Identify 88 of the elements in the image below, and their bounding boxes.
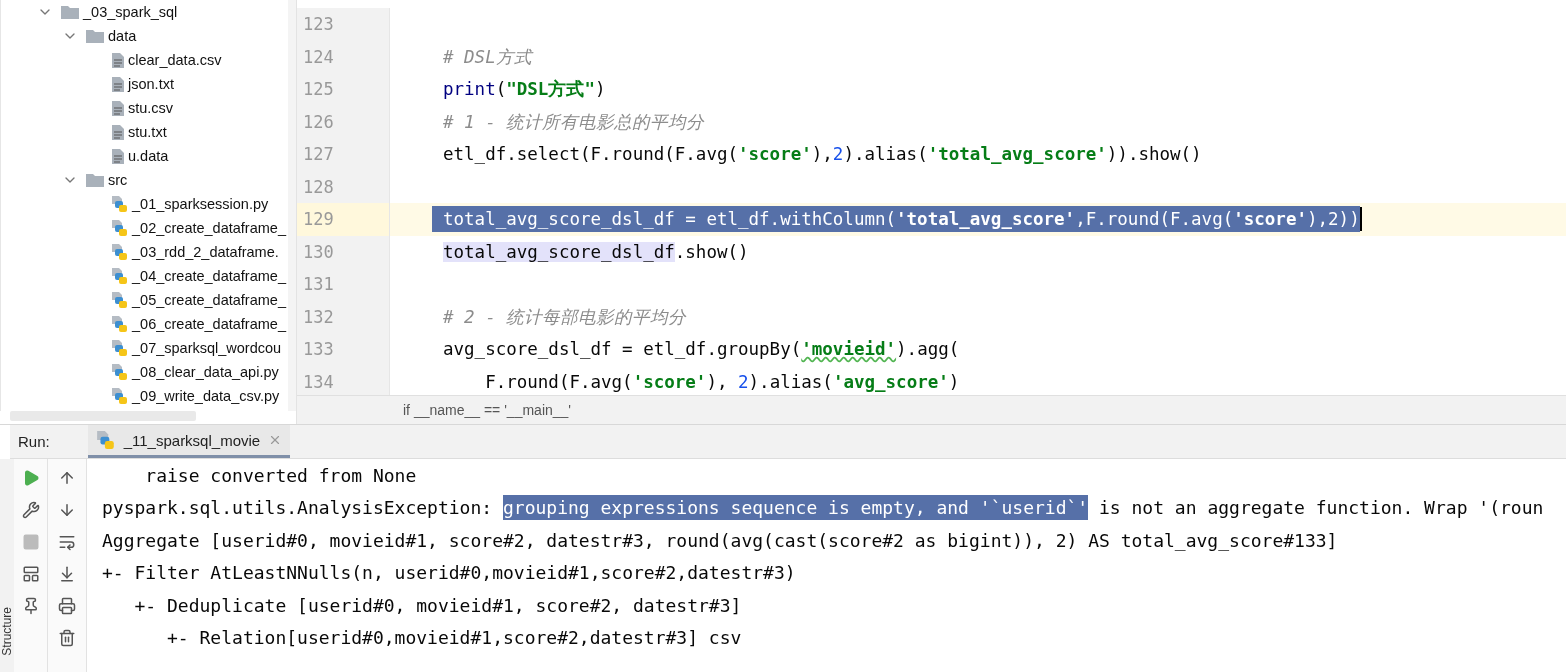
console-text: is not an aggregate function. Wrap '(roun xyxy=(1098,496,1544,521)
code-text: # DSL方式 xyxy=(443,45,532,69)
line-number: 133 xyxy=(302,339,334,360)
line-number: 124 xyxy=(302,46,334,67)
tree-item[interactable]: _03_rdd_2_dataframe. xyxy=(11,240,288,264)
highlighted-identifier: total_avg_score_dsl_df xyxy=(443,241,675,262)
tree-item[interactable]: _09_write_data_csv.py xyxy=(11,384,288,408)
selected-output-text: grouping expressions sequence is empty, and '`userid`' xyxy=(502,495,1089,521)
code-text: # 1 - 统计所有电影总的平均分 xyxy=(443,110,705,134)
code-text: ).alias( xyxy=(843,144,928,165)
folder-icon xyxy=(85,28,105,44)
code-text: ), xyxy=(706,371,729,392)
code-text: "DSL方式" xyxy=(506,78,595,102)
tree-item[interactable]: stu.csv xyxy=(11,96,288,120)
text-file-icon xyxy=(111,99,125,117)
line-number: 132 xyxy=(302,306,334,327)
code-text: 'avg_score' xyxy=(832,371,949,392)
python-file-icon xyxy=(111,219,129,237)
text-file-icon xyxy=(111,51,125,69)
code-text: ) xyxy=(594,79,606,100)
code-text: ).alias( xyxy=(748,371,833,392)
python-file-icon xyxy=(111,195,129,213)
tree-item[interactable]: u.data xyxy=(11,144,288,168)
text-file-icon xyxy=(111,123,125,141)
code-text: etl_df.select(F.round(F.avg( xyxy=(443,144,738,165)
console-text: +- Deduplicate [userid#0, movieid#1, score#2, datestr#3] xyxy=(133,593,742,618)
python-file-icon xyxy=(111,387,129,405)
tree-item[interactable]: _01_sparksession.py xyxy=(11,192,288,216)
code-text: .show() xyxy=(674,241,749,262)
line-number: 127 xyxy=(302,144,334,165)
code-text: ( xyxy=(495,79,507,100)
line-number: 123 xyxy=(302,14,334,35)
code-text: ) xyxy=(948,371,960,392)
line-number: 129 xyxy=(302,209,334,230)
console-text: +- Filter AtLeastNNulls(n, userid#0,movieid#1,score#2,datestr#3) xyxy=(102,561,796,586)
tree-item[interactable]: _03_spark_sql xyxy=(11,0,288,24)
python-file-icon xyxy=(111,339,129,357)
tree-item[interactable]: data xyxy=(11,24,288,48)
python-file-icon xyxy=(111,363,129,381)
python-file-icon xyxy=(111,243,129,261)
folder-icon xyxy=(60,4,80,20)
run-tab[interactable]: _11_sparksql_movie xyxy=(87,425,291,458)
run-label: Run: xyxy=(18,433,50,450)
tree-item[interactable]: json.txt xyxy=(11,72,288,96)
python-file-icon xyxy=(95,430,116,450)
breadcrumb[interactable]: if __name__ == '__main__' xyxy=(403,402,572,418)
line-number: 128 xyxy=(302,176,334,197)
code-text: print xyxy=(443,79,496,100)
line-number: 131 xyxy=(302,274,334,295)
code-text: ).agg( xyxy=(896,339,960,360)
tree-item[interactable]: _06_create_dataframe_ xyxy=(11,312,288,336)
console-text: +- Relation[userid#0,movieid#1,score#2,datestr#3] csv xyxy=(166,626,742,651)
tree-item[interactable]: _04_create_dataframe_ xyxy=(11,264,288,288)
line-number: 134 xyxy=(302,371,334,392)
selected-code: total_avg_score_dsl_df = etl_df.withColumn('total_avg_score',F.round(F.avg('score'),2)) xyxy=(432,206,1360,233)
python-file-icon xyxy=(111,315,129,333)
tree-item[interactable]: stu.txt xyxy=(11,120,288,144)
code-text: 'total_avg_score' xyxy=(927,144,1107,165)
tree-item[interactable]: _08_clear_data_api.py xyxy=(11,360,288,384)
code-text: 'score' xyxy=(738,144,812,165)
code-text: avg_score_dsl_df = etl_df.groupBy( xyxy=(443,339,802,360)
code-text: 2 xyxy=(832,144,844,165)
python-file-icon xyxy=(111,267,129,285)
tree-item[interactable]: _05_create_dataframe_ xyxy=(11,288,288,312)
line-number: 130 xyxy=(302,241,334,262)
console-text: pyspark.sql.utils.AnalysisException: xyxy=(102,496,494,521)
python-file-icon xyxy=(111,291,129,309)
scrollbar[interactable] xyxy=(288,0,296,411)
line-number: 126 xyxy=(302,111,334,132)
code-text: # 2 - 统计每部电影的平均分 xyxy=(443,305,687,329)
code-text: 2 xyxy=(738,371,749,392)
tree-item[interactable]: src xyxy=(11,168,288,192)
code-text: F.round(F.avg( xyxy=(484,371,633,392)
tree-item[interactable]: clear_data.csv xyxy=(11,48,288,72)
text-cursor xyxy=(1359,207,1362,232)
text-file-icon xyxy=(111,147,125,165)
console-text: raise converted from None xyxy=(144,463,417,488)
text-file-icon xyxy=(111,75,125,93)
folder-icon xyxy=(85,172,105,188)
code-text: ), xyxy=(811,144,833,165)
console-text: Aggregate [userid#0, movieid#1, score#2, datestr#3, round(avg(cast(score#2 as bigint)), 2) AS total_avg_score#133] xyxy=(102,528,1338,553)
tree-item[interactable]: _07_sparksql_wordcou xyxy=(11,336,288,360)
print-icon[interactable] xyxy=(56,595,78,617)
code-text: )).show() xyxy=(1106,144,1202,165)
tree-item[interactable]: _02_create_dataframe_ xyxy=(11,216,288,240)
code-text: 'score' xyxy=(632,371,707,392)
code-text: 'movieid' xyxy=(801,339,897,360)
line-number: 125 xyxy=(302,79,334,100)
